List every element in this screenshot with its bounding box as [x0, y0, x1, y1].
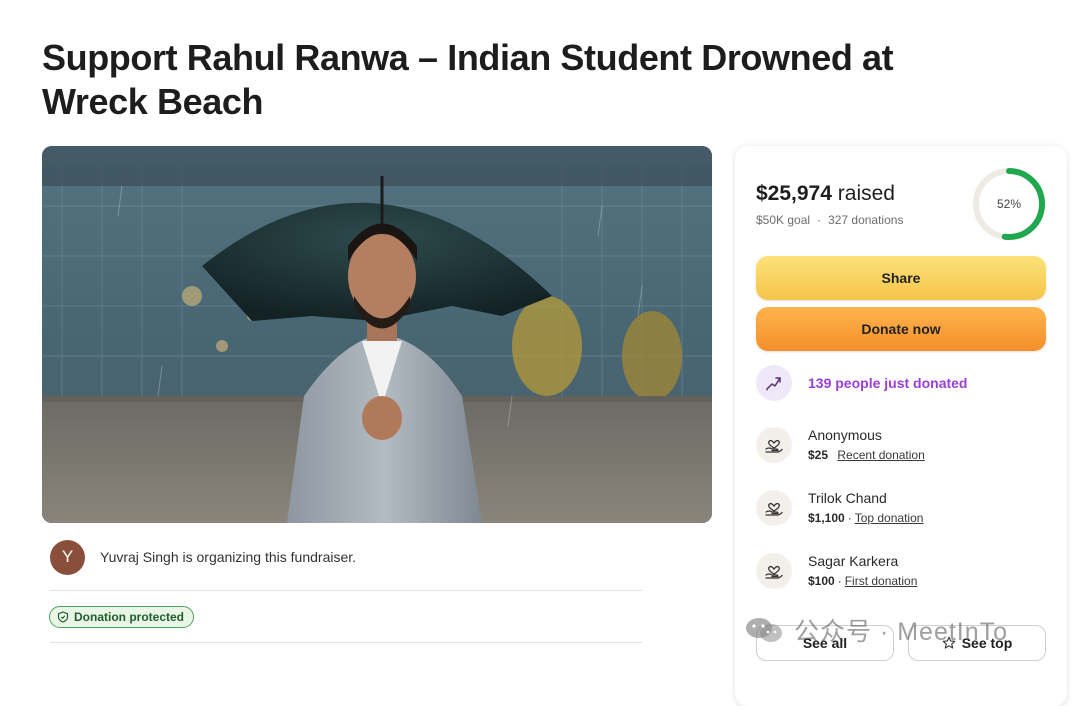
see-top-button[interactable]: See top — [908, 625, 1046, 661]
donor-item: Trilok Chand $1,100 · Top donation — [756, 489, 1046, 527]
trending-up-icon — [756, 365, 792, 401]
goal-meta: $50K goal · 327 donations — [756, 213, 903, 227]
page-title: Support Rahul Ranwa – Indian Student Dro… — [42, 37, 894, 122]
donor-tag-link[interactable]: Recent donation — [837, 448, 924, 462]
see-all-label: See all — [802, 635, 848, 651]
heart-hand-icon — [756, 490, 792, 526]
raised-amount: $25,974 raised — [756, 182, 895, 206]
divider — [50, 590, 642, 591]
donor-name: Trilok Chand — [808, 490, 887, 506]
organizer-text: Yuvraj Singh is organizing this fundrais… — [100, 549, 357, 565]
share-button[interactable]: Share — [756, 256, 1046, 300]
donor-tag-link[interactable]: First donation — [845, 574, 918, 588]
donor-name: Sagar Karkera — [808, 553, 899, 569]
donor-name: Anonymous — [808, 427, 882, 443]
donor-detail: $25 Recent donation — [808, 447, 925, 464]
donate-now-button[interactable]: Donate now — [756, 307, 1046, 351]
donation-protected-badge[interactable]: Donation protected — [49, 606, 194, 628]
organizer-row: Y Yuvraj Singh is organizing this fundra… — [50, 538, 642, 576]
divider — [50, 642, 642, 643]
progress-ring: 52% — [972, 167, 1046, 241]
separator-dot: · — [847, 511, 852, 525]
donor-amount: $100 — [808, 574, 835, 588]
donor-amount: $25 — [808, 448, 829, 462]
trending-donations: 139 people just donated — [756, 365, 967, 401]
donor-amount: $1,100 — [808, 511, 845, 525]
separator-dot: · — [817, 213, 822, 227]
heart-hand-icon — [756, 553, 792, 589]
donor-detail: $1,100 · Top donation — [808, 510, 923, 527]
raised-value: $25,974 — [756, 182, 832, 205]
see-all-button[interactable]: See all — [756, 625, 894, 661]
separator-dot — [831, 448, 834, 462]
star-icon — [942, 636, 956, 650]
donor-tag-link[interactable]: Top donation — [855, 511, 924, 525]
separator-dot: · — [837, 574, 842, 588]
progress-percent: 52% — [996, 197, 1022, 211]
shield-icon — [57, 611, 69, 623]
hero-photo — [42, 146, 712, 523]
donor-item: Sagar Karkera $100 · First donation — [756, 552, 1046, 590]
avatar[interactable]: Y — [50, 539, 85, 575]
raised-suffix: raised — [837, 182, 895, 205]
donation-protected-label: Donation protected — [74, 610, 184, 624]
goal-text: $50K goal — [756, 213, 811, 227]
donor-item: Anonymous $25 Recent donation — [756, 426, 1046, 464]
donation-card: $25,974 raised $50K goal · 327 donations 5… — [735, 146, 1067, 706]
donations-count: 327 donations — [828, 213, 904, 227]
trending-text: 139 people just donated — [808, 375, 968, 391]
see-top-label: See top — [961, 635, 1013, 651]
heart-hand-icon — [756, 427, 792, 463]
donor-detail: $100 · First donation — [808, 573, 917, 590]
